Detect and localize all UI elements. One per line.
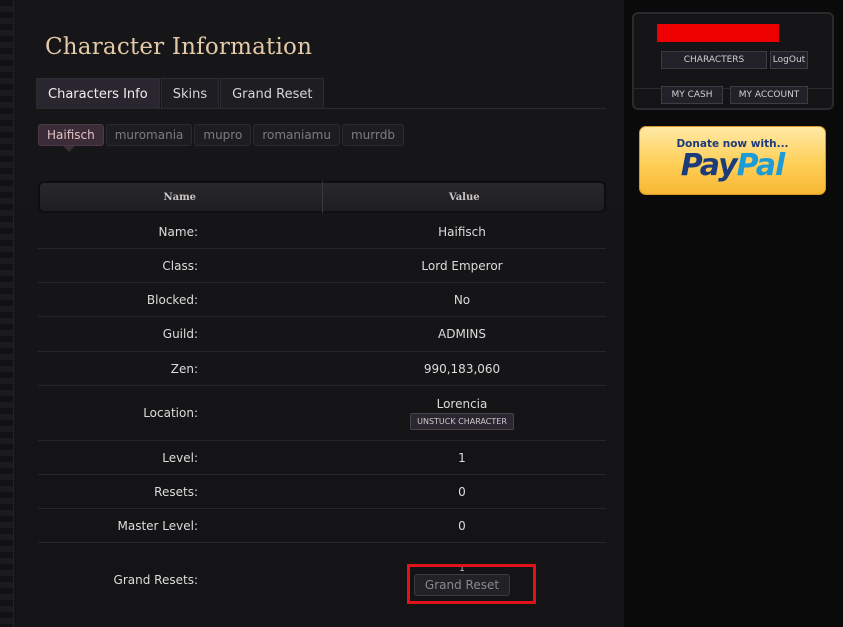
table-row: Location: Lorencia UNSTUCK CHARACTER bbox=[38, 386, 606, 441]
table-row: Name: Haifisch bbox=[38, 215, 606, 249]
redacted-username bbox=[657, 24, 779, 42]
row-label-resets: Resets: bbox=[154, 484, 198, 499]
account-panel: CHARACTERS LogOut MY CASH MY ACCOUNT bbox=[632, 12, 834, 110]
tab-skins[interactable]: Skins bbox=[160, 78, 220, 109]
row-label-name: Name: bbox=[158, 224, 198, 239]
row-value-level: 1 bbox=[458, 450, 466, 465]
logout-button[interactable]: LogOut bbox=[770, 51, 808, 69]
row-value-name: Haifisch bbox=[438, 224, 486, 239]
table-row: Level: 1 bbox=[38, 441, 606, 475]
my-cash-button[interactable]: MY CASH bbox=[661, 86, 723, 104]
row-value-zen: 990,183,060 bbox=[423, 361, 501, 376]
row-value-class: Lord Emperor bbox=[421, 258, 503, 273]
table-header: Name Value bbox=[38, 181, 606, 213]
character-chip-haifisch[interactable]: Haifisch bbox=[38, 124, 104, 152]
row-label-zen: Zen: bbox=[170, 361, 198, 376]
table-row: Class: Lord Emperor bbox=[38, 249, 606, 283]
table-row: Resets: 0 bbox=[38, 475, 606, 509]
paypal-donate-button[interactable]: Donate now with... PayPal bbox=[639, 126, 826, 195]
character-chip-mupro[interactable]: mupro bbox=[194, 124, 252, 146]
tab-characters-info[interactable]: Characters Info bbox=[36, 78, 160, 109]
column-header-name: Name bbox=[38, 181, 323, 213]
row-label-guild: Guild: bbox=[162, 327, 198, 341]
table-row: Guild: ADMINS bbox=[38, 317, 606, 352]
row-value-guild: ADMINS bbox=[438, 327, 486, 341]
tabs-divider bbox=[36, 108, 606, 109]
my-account-button[interactable]: MY ACCOUNT bbox=[730, 86, 808, 104]
unstuck-character-button[interactable]: UNSTUCK CHARACTER bbox=[410, 412, 514, 430]
right-sidebar: CHARACTERS LogOut MY CASH MY ACCOUNT Don… bbox=[624, 0, 843, 627]
row-label-class: Class: bbox=[162, 258, 198, 273]
highlight-box bbox=[407, 564, 536, 604]
table-row: Zen: 990,183,060 bbox=[38, 352, 606, 386]
table-row: Blocked: No bbox=[38, 283, 606, 317]
character-chip-murrdb[interactable]: murrdb bbox=[341, 124, 404, 146]
column-header-value: Value bbox=[448, 192, 480, 203]
main-content: Character Information Characters Info Sk… bbox=[14, 0, 624, 627]
character-chip-romaniamu[interactable]: romaniamu bbox=[253, 124, 340, 146]
table-row: Master Level: 0 bbox=[38, 509, 606, 543]
characters-button[interactable]: CHARACTERS bbox=[661, 51, 767, 69]
character-chip-muromania[interactable]: muromania bbox=[105, 124, 193, 146]
left-ornamental-border bbox=[0, 0, 14, 627]
tab-grand-reset[interactable]: Grand Reset bbox=[220, 78, 325, 109]
paypal-logo: PayPal bbox=[680, 148, 786, 183]
character-selector: Haifisch muromania mupro romaniamu murrd… bbox=[38, 124, 406, 152]
row-value-master-level: 0 bbox=[458, 518, 466, 533]
row-label-location: Location: bbox=[143, 406, 198, 420]
row-label-grand-resets: Grand Resets: bbox=[113, 573, 198, 587]
row-label-blocked: Blocked: bbox=[146, 292, 198, 307]
row-value-location: Lorencia bbox=[436, 396, 488, 411]
row-label-master-level: Master Level: bbox=[117, 518, 198, 533]
row-value-resets: 0 bbox=[458, 484, 466, 499]
character-info-table: Name: Haifisch Class: Lord Emperor Block… bbox=[38, 215, 606, 617]
row-label-level: Level: bbox=[162, 450, 198, 465]
tab-bar: Characters Info Skins Grand Reset bbox=[36, 78, 325, 109]
page-title: Character Information bbox=[45, 34, 313, 60]
row-value-blocked: No bbox=[453, 292, 471, 307]
